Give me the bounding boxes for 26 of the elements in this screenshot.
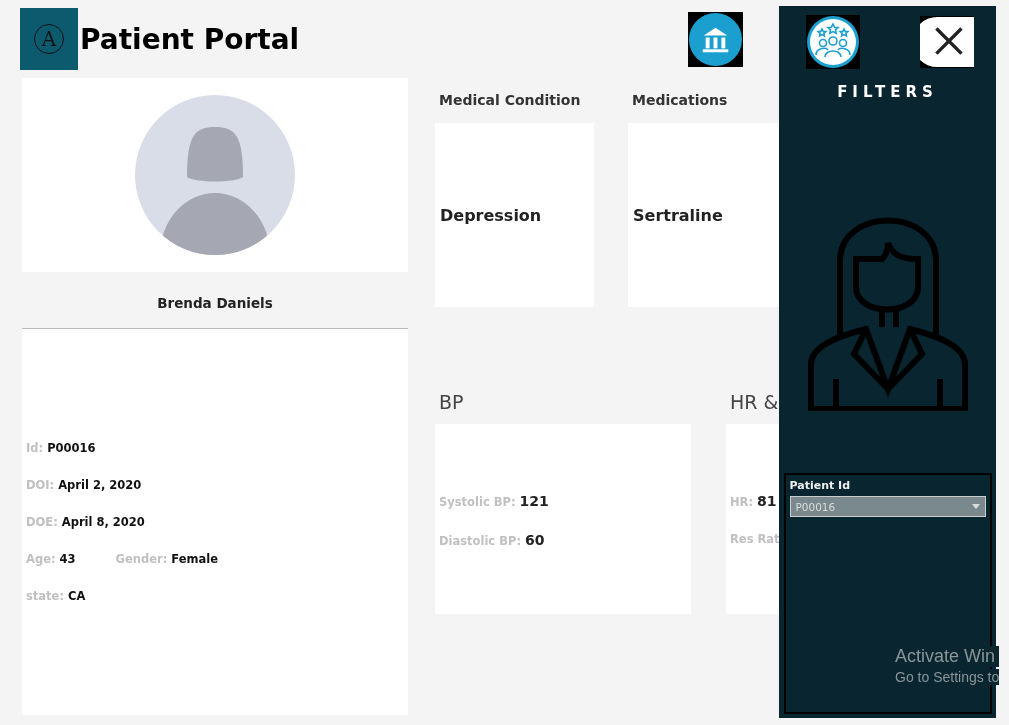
logo: A [20, 8, 78, 70]
card-title: Medications [631, 92, 729, 110]
detail-field: Age: 43 [26, 552, 76, 568]
vital-reading: Systolic BP: 121 [439, 493, 550, 511]
team-stars-icon[interactable] [805, 15, 860, 69]
detail-field: DOE: April 8, 2020 [26, 515, 145, 531]
page-title: Patient Portal [80, 22, 300, 56]
caret-icon [971, 504, 980, 509]
avatar-icon [135, 95, 295, 255]
summary-card: Depression [435, 123, 594, 307]
filter-label: Patient Id [789, 479, 852, 492]
detail-field: state: CA [26, 589, 86, 605]
panel-title: FILTERS [837, 83, 938, 101]
detail-field: Id: P00016 [26, 441, 96, 457]
card-title: Medical Condition [438, 92, 582, 110]
vital-reading: Diastolic BP: 60 [439, 532, 546, 550]
card-title: BP [438, 391, 465, 415]
activation-notice-title: Activate Win [895, 646, 1000, 667]
patient-id-dropdown[interactable]: P00016 [789, 496, 986, 517]
card-title: HR & [729, 391, 780, 415]
vital-reading: Res Rat [730, 532, 781, 548]
detail-field: DOI: April 2, 2020 [26, 478, 142, 494]
activation-notice-text: Go to Settings to [895, 669, 1000, 685]
close-icon[interactable] [919, 15, 974, 69]
detail-field: Gender: Female [115, 552, 218, 568]
bank-icon[interactable] [688, 11, 744, 67]
